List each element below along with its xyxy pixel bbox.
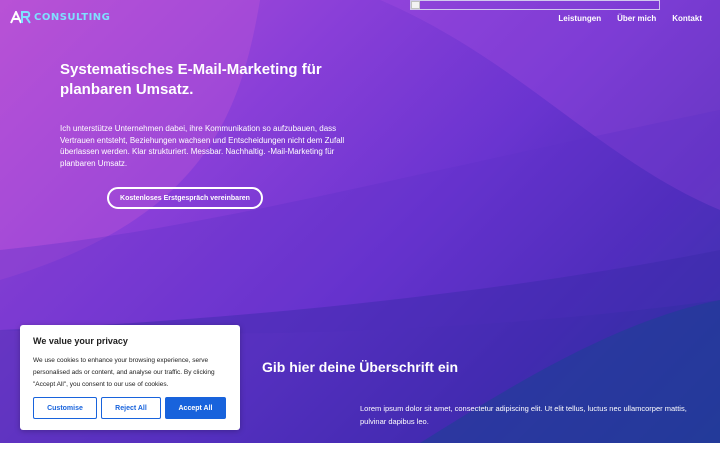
nav-item-leistungen[interactable]: Leistungen (558, 14, 601, 23)
book-consultation-button[interactable]: Kostenloses Erstgespräch vereinbaren (107, 187, 263, 209)
broken-image-placeholder (410, 0, 660, 10)
hero-title: Systematisches E-Mail-Marketing für plan… (60, 61, 322, 98)
cookie-consent-banner: We value your privacy We use cookies to … (20, 325, 240, 430)
broken-image-icon (411, 1, 420, 9)
hero-description: Ich unterstütze Unternehmen dabei, ihre … (60, 124, 345, 168)
customise-button[interactable]: Customise (33, 397, 97, 419)
main-nav: Leistungen Über mich Kontakt (558, 14, 702, 23)
nav-item-ueber-mich[interactable]: Über mich (617, 14, 656, 23)
cookie-buttons: Customise Reject All Accept All (33, 397, 226, 419)
section-heading: Gib hier deine Überschrift ein (262, 359, 459, 375)
accept-all-button[interactable]: Accept All (165, 397, 226, 419)
logo-text: CONSULTING (34, 12, 111, 23)
nav-item-kontakt[interactable]: Kontakt (672, 14, 702, 23)
site-logo[interactable]: CONSULTING (10, 11, 110, 24)
reject-all-button[interactable]: Reject All (101, 397, 161, 419)
page-bottom-strip (0, 443, 720, 450)
cookie-title: We value your privacy (33, 336, 128, 346)
ar-logo-icon (10, 11, 31, 24)
cookie-text: We use cookies to enhance your browsing … (33, 357, 215, 388)
section-text: Lorem ipsum dolor sit amet, consectetur … (360, 404, 687, 426)
